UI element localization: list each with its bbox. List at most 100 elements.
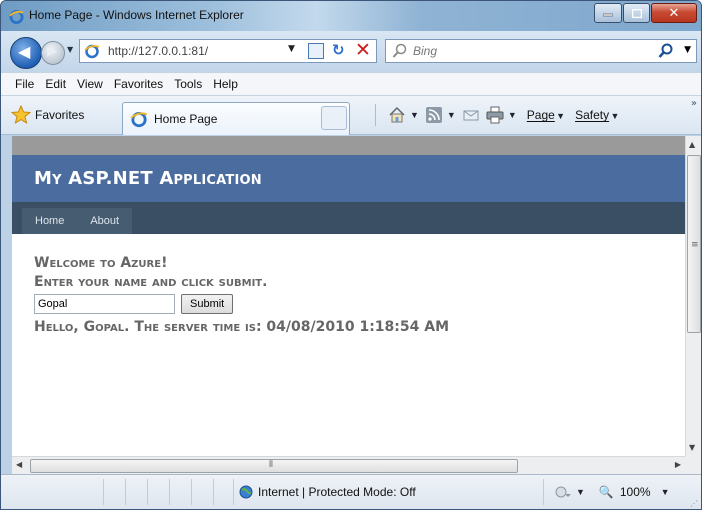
safety-menu[interactable]: Safety ▼ (575, 108, 619, 122)
security-zone-text: Internet | Protected Mode: Off (258, 485, 416, 499)
command-bar: ▼ ▼ ▼ Page ▼ Safety ▼ (375, 102, 619, 128)
scroll-grip-icon: ⦀ (269, 460, 273, 470)
horizontal-scrollbar[interactable]: ◀ ⦀ ▶ (12, 456, 685, 474)
back-arrow-icon: ◀ (18, 42, 31, 61)
protected-mode-dropdown-icon[interactable]: ▼ (576, 487, 585, 497)
scroll-left-arrow-icon[interactable]: ◀ (16, 460, 22, 469)
forward-button[interactable]: ▶ (41, 41, 65, 65)
security-zone[interactable]: Internet | Protected Mode: Off (239, 485, 416, 499)
horizontal-scroll-thumb[interactable]: ⦀ (30, 459, 518, 473)
feeds-icon[interactable] (425, 106, 443, 124)
zoom-icon[interactable]: 🔍 (599, 485, 614, 499)
url-text[interactable]: http://127.0.0.1:81/ (108, 44, 208, 58)
site-title: My ASP.NET Application (34, 168, 262, 189)
close-icon: ✕ (668, 5, 680, 21)
vertical-scroll-thumb[interactable]: ≡ (687, 155, 701, 333)
scroll-grip-icon: ≡ (691, 240, 699, 250)
vertical-scrollbar[interactable]: ▲ ≡ ▼ (685, 136, 701, 456)
address-toolbar: ◀ ▶ ▼ http://127.0.0.1:81/ ▼ ↻ ✕ Bing ▼ (1, 31, 701, 72)
safety-dropdown-icon: ▼ (610, 111, 620, 121)
ie-logo-icon (9, 9, 24, 24)
status-tools: ▼ 🔍 100% ▼ (554, 485, 670, 499)
resize-grip-icon[interactable]: ⋰ (690, 499, 698, 508)
new-tab-button[interactable] (321, 106, 347, 130)
search-field[interactable]: Bing ▼ (385, 39, 697, 63)
zoom-level[interactable]: 100% (620, 485, 651, 499)
status-divider (147, 479, 148, 505)
more-commands-chevron-icon[interactable]: » (691, 98, 697, 109)
search-placeholder: Bing (413, 44, 438, 58)
submit-button[interactable]: Submit (181, 294, 234, 314)
close-button[interactable]: ✕ (651, 3, 697, 23)
favorites-star-icon (11, 105, 31, 125)
page-dropdown-icon: ▼ (556, 111, 566, 121)
protected-mode-icon[interactable] (554, 485, 572, 499)
maximize-button[interactable] (623, 3, 650, 23)
address-field[interactable]: http://127.0.0.1:81/ ▼ ↻ ✕ (79, 39, 377, 63)
menu-file[interactable]: File (15, 77, 34, 91)
page-menu-label: Page (526, 108, 555, 122)
status-bar: Internet | Protected Mode: Off ▼ 🔍 100% … (1, 474, 701, 509)
feeds-dropdown-icon[interactable]: ▼ (447, 110, 456, 120)
main-content: Welcome to Azure! Enter your name and cl… (34, 254, 674, 337)
nav-about-link[interactable]: About (77, 215, 132, 227)
menu-view[interactable]: View (77, 77, 103, 91)
search-icon[interactable] (658, 43, 674, 59)
status-divider (543, 479, 544, 505)
ie-tab-icon (130, 111, 148, 128)
compatibility-view-icon[interactable] (308, 43, 324, 59)
name-form: Submit (34, 294, 674, 314)
window-title: Home Page - Windows Internet Explorer (29, 8, 244, 22)
scroll-up-arrow-icon[interactable]: ▲ (689, 140, 695, 149)
favorites-button[interactable]: Favorites (5, 102, 90, 128)
status-divider (125, 479, 126, 505)
site-nav-bar: Home About (12, 202, 685, 234)
print-icon[interactable] (486, 106, 504, 124)
name-input[interactable] (34, 294, 175, 314)
title-bar[interactable]: Home Page - Windows Internet Explorer ✕ (1, 1, 701, 31)
print-dropdown-icon[interactable]: ▼ (508, 110, 517, 120)
favorites-bar: Favorites Home Page ▼ ▼ ▼ Page ▼ Safety … (1, 96, 701, 135)
menu-help[interactable]: Help (213, 77, 238, 91)
site-header: My ASP.NET Application (12, 155, 685, 202)
recent-pages-dropdown-icon[interactable]: ▼ (67, 45, 73, 54)
safety-menu-label: Safety (575, 108, 610, 122)
read-mail-icon[interactable] (462, 106, 480, 124)
welcome-heading: Welcome to Azure! (34, 255, 168, 271)
refresh-icon[interactable]: ↻ (332, 41, 345, 59)
search-options-dropdown-icon[interactable]: ▼ (684, 45, 691, 55)
favorites-label: Favorites (35, 108, 85, 122)
status-divider (169, 479, 170, 505)
browser-window: Home Page - Windows Internet Explorer ✕ … (0, 0, 702, 510)
menu-tools[interactable]: Tools (174, 77, 202, 91)
ie-page-icon (84, 44, 100, 59)
stop-icon[interactable]: ✕ (355, 39, 371, 61)
minimize-button[interactable] (594, 3, 622, 23)
back-button[interactable]: ◀ (10, 37, 42, 69)
menu-favorites[interactable]: Favorites (114, 77, 163, 91)
menu-edit[interactable]: Edit (45, 77, 66, 91)
home-icon[interactable] (388, 106, 406, 124)
status-divider (213, 479, 214, 505)
page-menu[interactable]: Page ▼ (527, 108, 565, 122)
tab-title: Home Page (154, 112, 218, 126)
scroll-right-arrow-icon[interactable]: ▶ (675, 460, 681, 469)
status-divider (103, 479, 104, 505)
home-dropdown-icon[interactable]: ▼ (410, 110, 419, 120)
scrollbar-corner (685, 456, 701, 474)
status-divider (233, 479, 234, 505)
scroll-down-arrow-icon[interactable]: ▼ (689, 443, 695, 452)
menu-bar: File Edit View Favorites Tools Help (1, 72, 701, 96)
instruction-heading: Enter your name and click submit. (34, 274, 268, 290)
globe-icon (239, 485, 253, 499)
divider (375, 104, 376, 126)
status-divider (191, 479, 192, 505)
site-menu: Home About (22, 208, 133, 234)
zoom-dropdown-icon[interactable]: ▼ (661, 487, 670, 497)
nav-home-link[interactable]: Home (22, 215, 77, 227)
forward-arrow-icon: ▶ (47, 44, 57, 59)
tab-home-page[interactable]: Home Page (122, 102, 350, 135)
address-dropdown-icon[interactable]: ▼ (288, 44, 295, 54)
maximize-icon (631, 8, 642, 18)
page-viewport: My ASP.NET Application Home About Welcom… (12, 136, 685, 456)
